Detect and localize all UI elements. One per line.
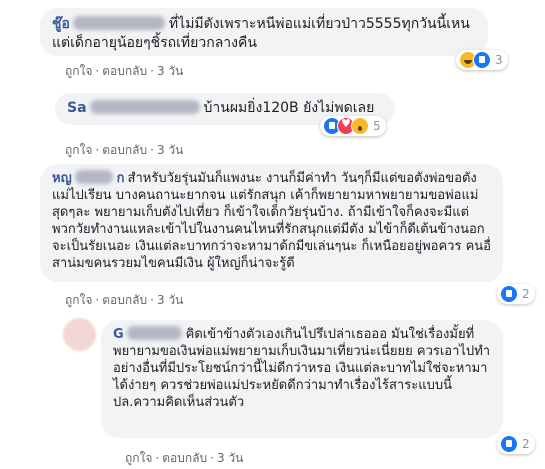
comment-text: บ้านผมยิ่ง120B ยังไม่พดเลย — [203, 100, 375, 116]
reply-link[interactable]: ตอบกลับ — [162, 451, 207, 465]
like-link[interactable]: ถูกใจ — [125, 451, 152, 465]
comment-bubble: หญ กสำหรับวัยรุ่นมันก็แพงนะ งานก็มีค่าทำ … — [40, 164, 503, 282]
reaction-count: 2 — [522, 287, 530, 301]
comment-author[interactable]: ชู๊อ — [52, 16, 70, 32]
redacted-name — [89, 100, 200, 114]
timestamp[interactable]: 3 วัน — [157, 293, 183, 307]
reply-link[interactable]: ตอบกลับ — [102, 64, 147, 78]
reaction-summary[interactable]: 5 — [320, 116, 386, 136]
comment-author[interactable]: G — [113, 327, 124, 342]
reaction-summary[interactable]: 2 — [497, 284, 535, 304]
comment-author-tail: ก — [116, 171, 125, 186]
like-icon — [500, 435, 518, 453]
like-link[interactable]: ถูกใจ — [65, 143, 92, 157]
reaction-count: 3 — [495, 53, 503, 67]
reaction-summary[interactable]: 2 — [497, 434, 535, 454]
redacted-name — [126, 326, 182, 340]
timestamp[interactable]: 3 วัน — [217, 451, 243, 465]
reaction-count: 5 — [373, 119, 381, 133]
avatar[interactable] — [63, 318, 96, 351]
timestamp[interactable]: 3 วัน — [157, 64, 183, 78]
wow-icon — [351, 117, 369, 135]
like-link[interactable]: ถูกใจ — [65, 64, 92, 78]
redacted-name — [72, 16, 165, 30]
reply-link[interactable]: ตอบกลับ — [102, 293, 147, 307]
comment-author[interactable]: หญ — [52, 171, 72, 186]
comment-actions: ถูกใจ · ตอบกลับ · 3 วัน — [65, 64, 184, 78]
comment-actions: ถูกใจ · ตอบกลับ · 3 วัน — [65, 143, 184, 157]
like-icon — [500, 285, 518, 303]
reply-link[interactable]: ตอบกลับ — [102, 143, 147, 157]
comment-bubble: ชู๊อ ที่ไม่มีตังเพราะหนีพ่อแม่เที่ยวป่าว5… — [40, 8, 488, 56]
comment-text: สำหรับวัยรุ่นมันก็แพงนะ งานก็มีค่าทำ วัน… — [52, 171, 491, 271]
timestamp[interactable]: 3 วัน — [157, 143, 183, 157]
like-link[interactable]: ถูกใจ — [65, 293, 92, 307]
comment-bubble: G คิดเข้าข้างตัวเองเกินไปรึเปล่าเธอออ มัน… — [101, 320, 503, 438]
reaction-count: 2 — [522, 437, 530, 451]
redacted-name — [74, 170, 113, 184]
reaction-summary[interactable]: 3 — [456, 50, 508, 70]
like-icon — [473, 51, 491, 69]
comment-actions: ถูกใจ · ตอบกลับ · 3 วัน — [65, 293, 184, 307]
comment-author[interactable]: Sa — [67, 100, 87, 116]
comment-actions: ถูกใจ · ตอบกลับ · 3 วัน — [125, 451, 244, 465]
